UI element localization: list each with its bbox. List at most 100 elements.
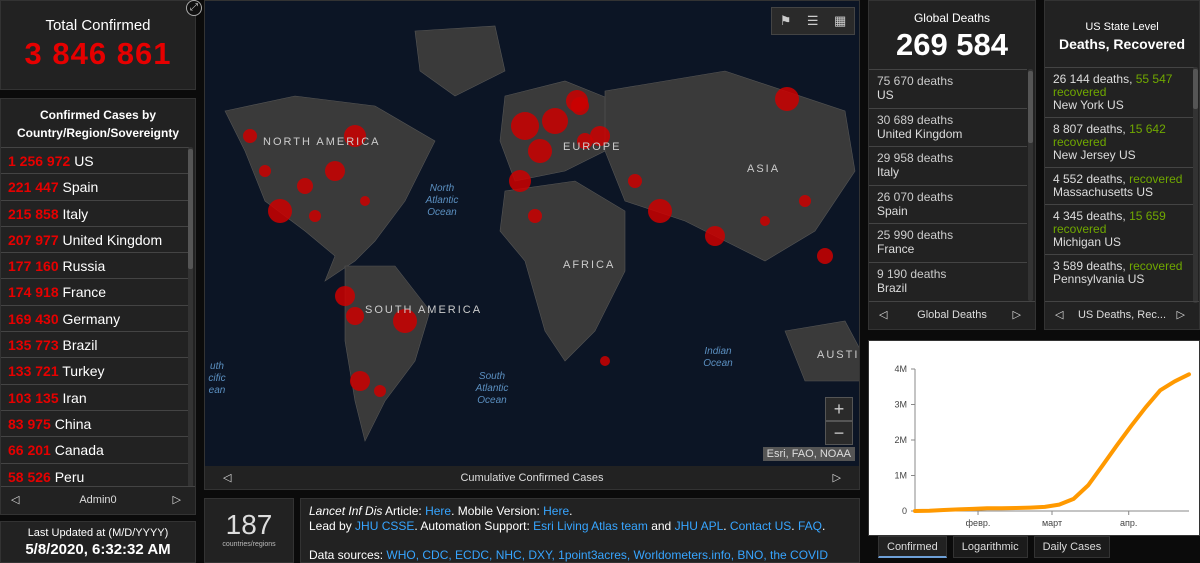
country-cases: 133 721	[8, 363, 59, 380]
zoom-in-button[interactable]: +	[825, 397, 853, 421]
tab-logarithmic[interactable]: Logarithmic	[952, 536, 1028, 558]
map-next-icon[interactable]: ▷	[833, 466, 841, 489]
country-cases: 174 918	[8, 284, 59, 301]
deaths-list[interactable]: 75 670 deaths US 30 689 deaths United Kingd…	[869, 69, 1027, 301]
case-bubble	[259, 165, 271, 177]
tab-daily-cases[interactable]: Daily Cases	[1033, 536, 1111, 558]
country-list-header: Confirmed Cases by Country/Region/Sovere…	[16, 108, 180, 140]
country-list-item[interactable]: 1 256 972 US	[1, 147, 189, 173]
state-deaths: 4 345 deaths,	[1053, 209, 1126, 223]
esri-link[interactable]: Esri Living Atlas team	[533, 519, 648, 533]
info-panel: Lancet Inf Dis Article: Here. Mobile Ver…	[300, 498, 860, 563]
us-scrollbar-thumb[interactable]	[1193, 69, 1198, 109]
label-africa: AFRICA	[563, 259, 616, 271]
country-list-item[interactable]: 177 160 Russia	[1, 252, 189, 278]
us-state-list-item[interactable]: 4 552 deaths, recovered Massachusetts US	[1045, 167, 1195, 204]
info-line-1: Lancet Inf Dis Article: Here. Mobile Ver…	[309, 504, 851, 519]
article-link[interactable]: Here	[425, 504, 451, 518]
country-list-scrollbar-thumb[interactable]	[188, 149, 193, 269]
next-page-icon[interactable]: ▷	[1177, 302, 1185, 329]
deaths-value: 29 958 deaths	[877, 151, 954, 166]
state-deaths: 4 552 deaths,	[1053, 172, 1126, 186]
us-state-list-item[interactable]: 3 589 deaths, recovered Pennsylvania US	[1045, 254, 1195, 291]
contact-link[interactable]: Contact US	[730, 519, 791, 533]
mobile-version-link[interactable]: Here	[543, 504, 569, 518]
country-cases: 177 160	[8, 258, 59, 275]
deaths-list-item[interactable]: 25 990 deaths France	[869, 223, 1027, 262]
state-name: New Jersey US	[1053, 148, 1136, 162]
case-bubble	[705, 226, 725, 246]
deaths-list-item[interactable]: 29 958 deaths Italy	[869, 146, 1027, 185]
label-pacific: uth cific ean	[208, 361, 226, 396]
us-state-list-item[interactable]: 8 807 deaths, 15 642 recovered New Jersey…	[1045, 117, 1195, 167]
info-text: .	[821, 519, 826, 533]
country-cases: 207 977	[8, 231, 59, 248]
country-name: France	[62, 284, 107, 301]
case-bubble	[360, 196, 370, 206]
case-bubble	[775, 87, 799, 111]
country-list-item[interactable]: 169 430 Germany	[1, 304, 189, 331]
map-toolbar: ⚑ ☰ ▦	[771, 7, 855, 35]
legend-icon[interactable]: ☰	[807, 13, 819, 29]
jhu-apl-link[interactable]: JHU APL	[675, 519, 724, 533]
country-list-item[interactable]: 66 201 Canada	[1, 436, 189, 462]
qr-icon[interactable]: ▦	[834, 13, 846, 29]
case-bubble	[628, 174, 642, 188]
case-bubble	[528, 139, 552, 163]
deaths-list-item[interactable]: 75 670 deaths US	[869, 69, 1027, 108]
case-bubble	[799, 195, 811, 207]
state-name: New York US	[1053, 98, 1124, 112]
map-footer: ◁ Cumulative Confirmed Cases ▷	[205, 466, 859, 489]
country-list-item[interactable]: 215 858 Italy	[1, 199, 189, 226]
country-list-panel: Confirmed Cases by Country/Region/Sovere…	[0, 98, 196, 515]
deaths-list-item[interactable]: 9 190 deaths Brazil	[869, 261, 1027, 301]
prev-page-icon[interactable]: ◁	[1055, 302, 1063, 329]
country-list-item[interactable]: 221 447 Spain	[1, 173, 189, 199]
prev-page-icon[interactable]: ◁	[11, 487, 19, 514]
country-list-item[interactable]: 135 773 Brazil	[1, 331, 189, 357]
state-recovered: recovered	[1129, 259, 1183, 273]
case-bubble	[542, 108, 568, 134]
country-list-item[interactable]: 103 135 Iran	[1, 383, 189, 410]
confirmed-chart: 0 1M 2M 3M 4M февр. март апр.	[869, 341, 1199, 535]
deaths-country: Spain	[877, 203, 908, 218]
deaths-list-item[interactable]: 30 689 deaths United Kingdom	[869, 107, 1027, 147]
bookmark-icon[interactable]: ⚑	[780, 13, 792, 29]
country-list-item[interactable]: 174 918 France	[1, 278, 189, 304]
map-footer-label: Cumulative Confirmed Cases	[460, 472, 604, 484]
jhu-csse-link[interactable]: JHU CSSE	[355, 519, 414, 533]
world-map[interactable]: NORTH AMERICA SOUTH AMERICA EUROPE ASIA …	[204, 0, 860, 490]
state-recovered: recovered	[1129, 172, 1183, 186]
country-cases: 66 201	[8, 442, 51, 459]
data-sources-links[interactable]: WHO, CDC, ECDC, NHC, DXY, 1point3acres, …	[386, 548, 828, 562]
deaths-country: France	[877, 242, 915, 257]
info-line-3: Data sources: WHO, CDC, ECDC, NHC, DXY, …	[309, 548, 851, 562]
expand-icon[interactable]: ⤢	[186, 0, 202, 16]
country-list-item[interactable]: 83 975 China	[1, 409, 189, 436]
map-prev-icon[interactable]: ◁	[223, 466, 231, 489]
us-state-list-item[interactable]: 4 345 deaths, 15 659 recovered Michigan U…	[1045, 204, 1195, 254]
y-tick-label: 4M	[894, 364, 907, 374]
y-tick-label: 0	[902, 506, 907, 516]
prev-page-icon[interactable]: ◁	[879, 302, 887, 329]
x-tick-label: март	[1042, 518, 1062, 528]
next-page-icon[interactable]: ▷	[173, 487, 181, 514]
us-state-list[interactable]: 26 144 deaths, 55 547 recovered New York …	[1045, 67, 1195, 303]
country-list-item[interactable]: 58 526 Peru	[1, 462, 189, 487]
chart-tabs: Confirmed Logarithmic Daily Cases	[878, 536, 1116, 558]
last-updated-panel: Last Updated at (M/D/YYYY) 5/8/2020, 6:3…	[0, 521, 196, 563]
faq-link[interactable]: FAQ	[798, 519, 822, 533]
us-state-list-item[interactable]: 26 144 deaths, 55 547 recovered New York …	[1045, 67, 1195, 117]
tab-confirmed[interactable]: Confirmed	[878, 536, 947, 558]
next-page-icon[interactable]: ▷	[1013, 302, 1021, 329]
country-list-item[interactable]: 133 721 Turkey	[1, 357, 189, 383]
case-bubble	[243, 129, 257, 143]
zoom-out-button[interactable]: −	[825, 421, 853, 445]
deaths-list-item[interactable]: 26 070 deaths Spain	[869, 184, 1027, 224]
country-list-item[interactable]: 207 977 United Kingdom	[1, 225, 189, 252]
country-list[interactable]: 1 256 972 US 221 447 Spain 215 858 Italy 20…	[1, 147, 189, 487]
info-text: .	[723, 519, 730, 533]
deaths-country: United Kingdom	[877, 126, 963, 141]
deaths-scrollbar-thumb[interactable]	[1028, 71, 1033, 143]
country-name: Canada	[54, 442, 104, 459]
